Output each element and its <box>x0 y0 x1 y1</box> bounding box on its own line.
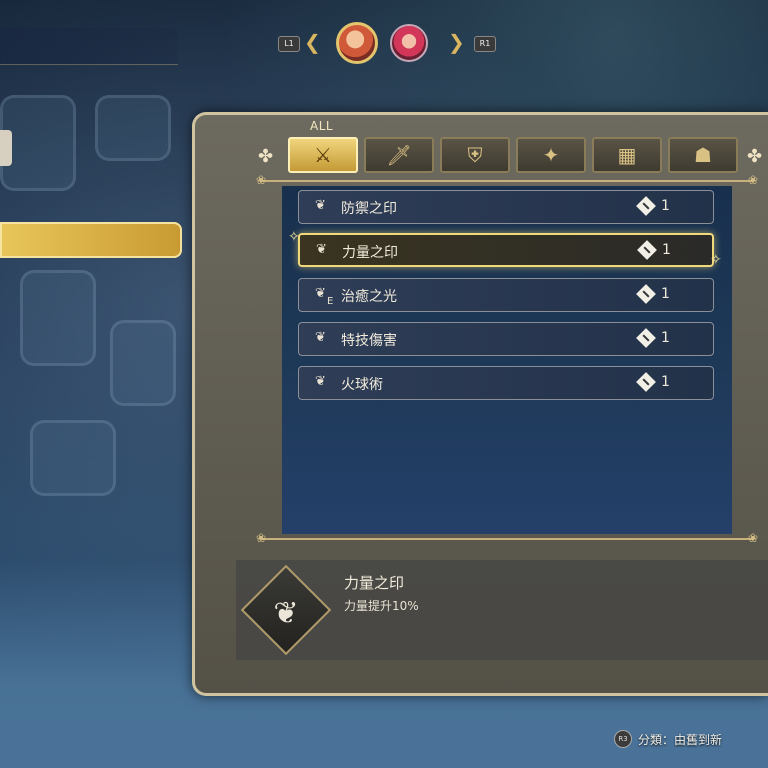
divider-cap-icon: ❀ <box>256 173 267 187</box>
seed-icon: ❦ <box>273 596 299 631</box>
quantity-icon <box>636 284 656 304</box>
clover-ornament-icon: ✤ <box>258 146 274 167</box>
divider-cap-icon: ❀ <box>256 531 267 545</box>
item-name: 治癒之光 <box>341 289 397 305</box>
seed-icon: ❦ <box>315 330 326 345</box>
item-quantity: 1 <box>661 330 670 346</box>
item-quantity: 1 <box>661 374 670 390</box>
list-item[interactable]: ❦ E 治癒之光 1 <box>298 278 714 312</box>
quantity-icon <box>636 196 656 216</box>
list-item[interactable]: ❦ 火球術 1 <box>298 366 714 400</box>
item-name: 防禦之印 <box>341 201 397 217</box>
item-detail-title: 力量之印 <box>344 574 405 592</box>
accessory-icon: ✦ <box>542 143 560 167</box>
list-item-selected[interactable]: ❦ 力量之印 1 <box>298 233 714 267</box>
item-quantity: 1 <box>661 198 670 214</box>
category-tabs: ⚔ 🗡 ⛨ ✦ ▦ ☗ <box>288 137 738 173</box>
left-menu-selected-item[interactable] <box>0 222 182 258</box>
tab-weapons[interactable]: 🗡 <box>364 137 434 173</box>
item-name: 火球術 <box>341 377 383 393</box>
left-header-bar <box>0 28 178 65</box>
tab-key-items[interactable]: ☗ <box>668 137 738 173</box>
r1-button-icon[interactable]: R1 <box>474 36 496 52</box>
sort-hint[interactable]: R3 分類：由舊到新 <box>614 730 722 748</box>
selection-corner-icon: ✧ <box>288 229 300 245</box>
quantity-icon <box>637 240 657 260</box>
r3-button-icon: R3 <box>614 730 632 748</box>
seed-icon: ❦ <box>316 242 327 257</box>
seed-icon: ❦ <box>315 198 326 213</box>
clover-ornament-icon: ✤ <box>747 146 763 167</box>
item-detail-description: 力量提升10% <box>344 599 419 613</box>
divider <box>262 538 754 540</box>
item-quantity: 1 <box>662 242 671 258</box>
ornament-right-icon: ❯ <box>448 30 465 54</box>
item-quantity: 1 <box>661 286 670 302</box>
divider <box>262 180 754 182</box>
all-tab-label: ALL <box>310 119 334 133</box>
all-items-icon: ⚔ <box>314 143 332 167</box>
background-stone <box>20 270 96 366</box>
divider-cap-icon: ❀ <box>748 531 759 545</box>
list-item[interactable]: ❦ 防禦之印 1 <box>298 190 714 224</box>
character-switcher: L1 ❮ ❯ R1 <box>278 22 496 66</box>
tab-all[interactable]: ⚔ <box>288 137 358 173</box>
selection-corner-icon: ✧ <box>710 252 722 268</box>
character-portrait-active[interactable] <box>336 22 378 64</box>
background-stone <box>30 420 116 496</box>
list-item[interactable]: ❦ 特技傷害 1 <box>298 322 714 356</box>
shield-icon: ⛨ <box>467 143 483 167</box>
background-stone <box>110 320 176 406</box>
figure-icon: ☗ <box>694 143 712 167</box>
tab-accessories[interactable]: ✦ <box>516 137 586 173</box>
item-name: 力量之印 <box>342 245 398 261</box>
item-name: 特技傷害 <box>341 333 397 349</box>
sword-icon: 🗡 <box>386 143 412 167</box>
left-scroll-chip <box>0 130 12 166</box>
l1-button-icon[interactable]: L1 <box>278 36 300 52</box>
seed-icon: ❦ <box>315 374 326 389</box>
quantity-icon <box>636 328 656 348</box>
ornament-left-icon: ❮ <box>304 30 321 54</box>
quantity-icon <box>636 372 656 392</box>
sort-hint-text: 分類：由舊到新 <box>638 732 723 747</box>
tab-armor[interactable]: ⛨ <box>440 137 510 173</box>
equipped-mark: E <box>327 296 334 307</box>
divider-cap-icon: ❀ <box>748 173 759 187</box>
character-portrait-second[interactable] <box>390 24 428 62</box>
tab-misc[interactable]: ▦ <box>592 137 662 173</box>
grid-icon: ▦ <box>617 143 637 167</box>
background-stone <box>95 95 171 161</box>
